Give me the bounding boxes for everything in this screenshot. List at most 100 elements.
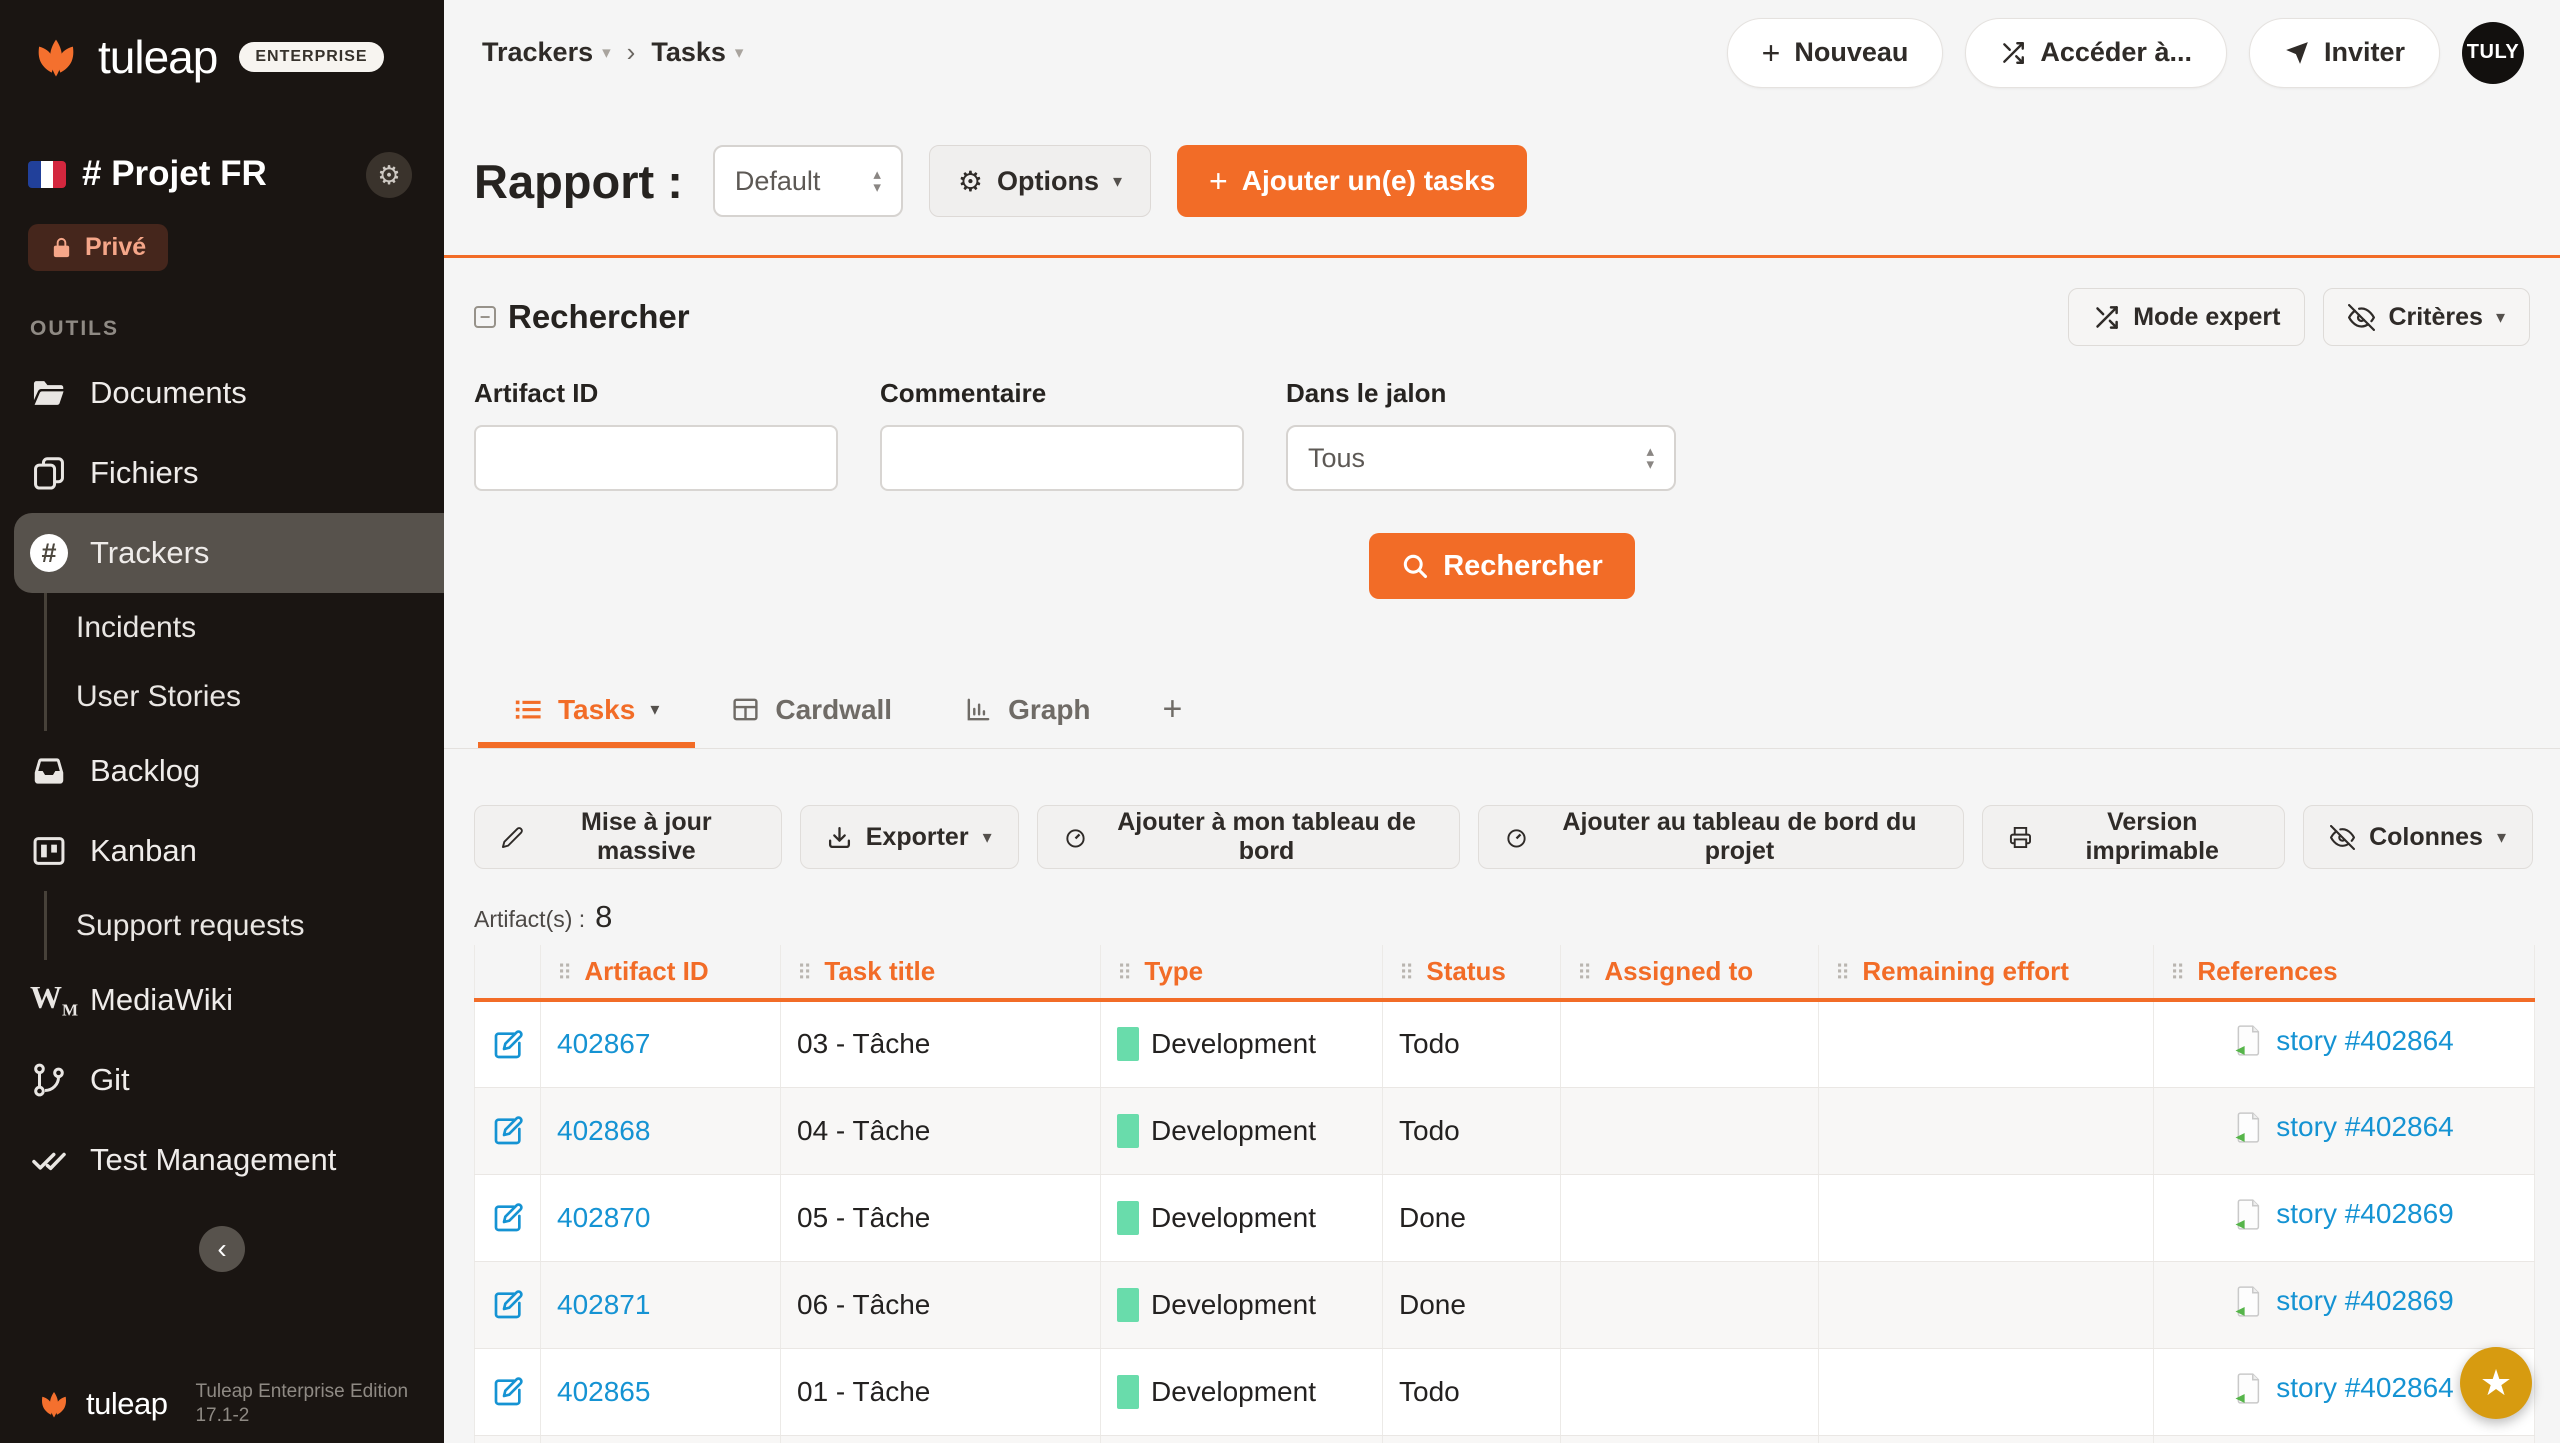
footer-edition-text: Tuleap Enterprise Edition 17.1-2 [195,1380,408,1429]
references-cell: story #402869 [2154,1174,2535,1261]
edit-artifact-button[interactable] [492,1375,524,1406]
breadcrumb-tasks[interactable]: Tasks ▾ [651,37,743,68]
add-artifact-button[interactable]: + Ajouter un(e) tasks [1177,145,1527,217]
assigned-cell [1561,1261,1819,1348]
sidebar-item-incidents[interactable]: Incidents [0,593,444,662]
document-icon [2234,1024,2264,1057]
logo-text: tuleap [98,30,217,84]
type-cell: Development [1101,1174,1383,1261]
report-title: Rapport : [474,154,683,209]
edit-cell [475,1087,541,1174]
column-header-remaining-effort[interactable]: ⠿Remaining effort [1819,945,2154,1000]
france-flag-icon [28,161,66,188]
sidebar-item-documents[interactable]: Documents [0,353,444,433]
drag-handle-icon[interactable]: ⠿ [557,962,572,985]
artifact-id-input[interactable] [474,425,838,491]
column-header-status[interactable]: ⠿Status [1383,945,1561,1000]
user-avatar[interactable]: TULY [2462,22,2524,84]
artifact-id-label: Artifact ID [474,378,838,409]
topbar: Trackers ▾ › Tasks ▾ + Nouveau Accéder à… [444,0,2560,105]
assigned-cell [1561,1087,1819,1174]
milestone-select[interactable]: Tous ▴▾ [1286,425,1676,491]
graph-chart-icon [964,695,993,724]
edit-artifact-button[interactable] [492,1027,524,1058]
invite-button[interactable]: Inviter [2249,18,2440,88]
sidebar-item-user-stories[interactable]: User Stories [0,662,444,731]
collapse-section-icon[interactable]: − [474,306,496,328]
expert-mode-button[interactable]: Mode expert [2068,288,2305,346]
sidebar-item-label: Kanban [90,833,197,869]
sidebar-item-git[interactable]: Git [0,1040,444,1120]
hashtag-circle-icon: # [30,534,68,572]
drag-handle-icon[interactable]: ⠿ [1577,962,1592,985]
project-settings-button[interactable]: ⚙ [366,152,412,198]
main-area: Trackers ▾ › Tasks ▾ + Nouveau Accéder à… [444,0,2560,1443]
drag-handle-icon[interactable]: ⠿ [797,962,812,985]
comment-input[interactable] [880,425,1244,491]
drag-handle-icon[interactable]: ⠿ [1835,962,1850,985]
new-button[interactable]: + Nouveau [1727,18,1944,88]
sidebar-collapse-button[interactable]: ‹ [199,1226,245,1272]
tab-cardwall[interactable]: Cardwall [695,677,928,748]
story-reference-link[interactable]: story #402864 [2276,1372,2453,1404]
search-submit-button[interactable]: Rechercher [1369,533,1635,599]
printable-version-button[interactable]: Version imprimable [1982,805,2285,869]
edit-cell [475,1174,541,1261]
report-select[interactable]: Default ▴▾ [713,145,903,217]
artifact-id-link[interactable]: 402868 [557,1115,650,1146]
edit-artifact-button[interactable] [492,1201,524,1232]
kanban-board-icon [30,832,68,870]
tab-add-renderer[interactable]: + [1127,677,1219,748]
drag-handle-icon[interactable]: ⠿ [1399,962,1414,985]
column-header-artifact-id[interactable]: ⠿Artifact ID [541,945,781,1000]
caret-down-icon: ▾ [983,827,992,848]
sidebar-item-test-management[interactable]: Test Management [0,1120,444,1200]
paper-plane-icon [2284,40,2310,66]
column-header-type[interactable]: ⠿Type [1101,945,1383,1000]
add-to-my-dashboard-button[interactable]: Ajouter à mon tableau de bord [1037,805,1460,869]
story-reference-link[interactable]: story #402864 [2276,1111,2453,1143]
breadcrumb-trackers[interactable]: Trackers ▾ [482,37,611,68]
artifact-id-link[interactable]: 402867 [557,1028,650,1059]
sidebar-item-support-requests[interactable]: Support requests [0,891,444,960]
artifact-id-link[interactable]: 402871 [557,1289,650,1320]
criteria-button[interactable]: Critères ▾ [2323,288,2530,346]
sidebar-item-kanban[interactable]: Kanban [0,811,444,891]
export-button[interactable]: Exporter ▾ [800,805,1019,869]
enterprise-badge: ENTERPRISE [239,42,383,72]
story-reference-link[interactable]: story #402864 [2276,1025,2453,1057]
report-options-button[interactable]: ⚙ Options ▾ [929,145,1151,217]
artifact-id-cell: 402870 [541,1174,781,1261]
star-fab-button[interactable]: ★ [2460,1347,2532,1419]
caret-down-icon: ▾ [2496,307,2505,328]
drag-handle-icon[interactable]: ⠿ [1117,962,1132,985]
artifact-id-link[interactable]: 402865 [557,1376,650,1407]
sidebar-item-label: Support requests [76,909,304,943]
mass-update-button[interactable]: Mise à jour massive [474,805,782,869]
story-reference-link[interactable]: story #402869 [2276,1198,2453,1230]
table-header-row: ⠿Artifact ID ⠿Task title ⠿Type ⠿Status ⠿… [475,945,2535,1000]
sidebar-item-trackers[interactable]: # Trackers [14,513,444,593]
references-cell: story #402864 [2154,1000,2535,1087]
sidebar-item-mediawiki[interactable]: WM MediaWiki [0,960,444,1040]
sidebar-item-fichiers[interactable]: Fichiers [0,433,444,513]
switch-to-button[interactable]: Accéder à... [1965,18,2227,88]
column-header-assigned-to[interactable]: ⠿Assigned to [1561,945,1819,1000]
drag-handle-icon[interactable]: ⠿ [2170,962,2185,985]
edit-cell [475,1261,541,1348]
story-reference-link[interactable]: story #402869 [2276,1285,2453,1317]
add-to-project-dashboard-button[interactable]: Ajouter au tableau de bord du projet [1478,805,1965,869]
column-header-references[interactable]: ⠿References [2154,945,2535,1000]
edit-artifact-button[interactable] [492,1288,524,1319]
column-header-task-title[interactable]: ⠿Task title [781,945,1101,1000]
artifact-id-link[interactable]: 402870 [557,1202,650,1233]
edit-artifact-button[interactable] [492,1114,524,1145]
tab-graph[interactable]: Graph [928,677,1126,748]
renderer-tabs: Tasks ▾ Cardwall Graph + [444,677,2560,749]
sidebar-item-backlog[interactable]: Backlog [0,731,444,811]
columns-button[interactable]: Colonnes ▾ [2303,805,2533,869]
project-name: # Projet FR [82,154,267,194]
tab-tasks[interactable]: Tasks ▾ [478,677,695,748]
edit-pencil-icon [492,1289,524,1321]
eye-slash-icon [2330,825,2355,850]
